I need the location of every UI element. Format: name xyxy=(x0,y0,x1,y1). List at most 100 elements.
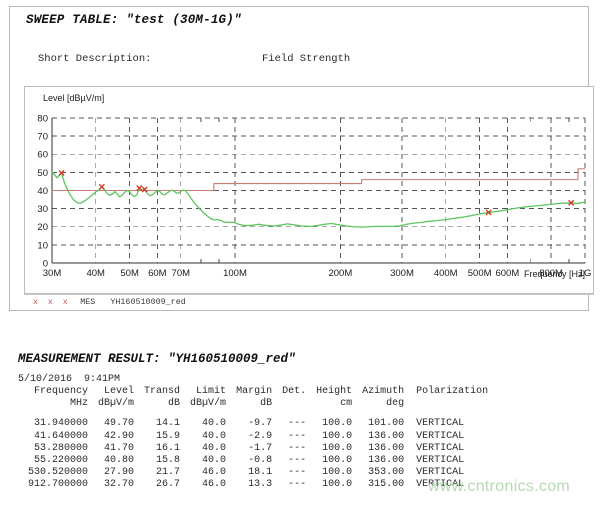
cell-det: --- xyxy=(272,410,306,430)
x-tick-label: 100M xyxy=(223,268,247,279)
cell-frequency: 912.700000 xyxy=(18,479,88,491)
cell-frequency: 41.640000 xyxy=(18,431,88,443)
cell-margin: -0.8 xyxy=(226,455,272,467)
table-row: 41.64000042.9015.940.0-2.9---100.0136.00… xyxy=(18,431,488,443)
cell-det: --- xyxy=(272,479,306,491)
sweep-short-description-row: Short Description:Field Strength xyxy=(38,53,478,66)
x-tick-label: 40M xyxy=(86,268,105,279)
table-header-names: FrequencyLevelTransdLimitMarginDet.Heigh… xyxy=(18,386,488,398)
result-date: 5/10/2016 xyxy=(18,374,72,385)
table-row: 530.52000027.9021.746.018.1---100.0353.0… xyxy=(18,467,488,479)
chart-legend: x x x MES YH160510009_red xyxy=(24,294,594,311)
column-header-polarization: Polarization xyxy=(404,386,488,398)
table-body: 31.94000049.7014.140.0-9.7---100.0101.00… xyxy=(18,410,488,491)
peak-marker xyxy=(99,184,104,189)
cell-margin: 18.1 xyxy=(226,467,272,479)
x-tick-label: 30M xyxy=(43,268,62,279)
cell-transd: 15.8 xyxy=(134,455,180,467)
cell-polarization: VERTICAL xyxy=(404,443,488,455)
column-header-margin: Margin xyxy=(226,386,272,398)
emc-report-page: SWEEP TABLE: "test (30M-1G)" Short Descr… xyxy=(0,0,600,508)
column-header-azimuth: Azimuth xyxy=(352,386,404,398)
spectrum-chart: Level [dBµV/m] 0102030405060708030M40M50… xyxy=(24,86,594,294)
column-unit-level: dBµV/m xyxy=(88,398,134,410)
cell-height: 100.0 xyxy=(306,410,352,430)
x-tick-label: 400M xyxy=(434,268,458,279)
table-row: 53.28000041.7016.140.0-1.7---100.0136.00… xyxy=(18,443,488,455)
column-unit-margin: dB xyxy=(226,398,272,410)
x-tick-label: 50M xyxy=(120,268,139,279)
y-tick-label: 20 xyxy=(37,222,48,233)
cell-polarization: VERTICAL xyxy=(404,410,488,430)
table-row: 31.94000049.7014.140.0-9.7---100.0101.00… xyxy=(18,410,488,430)
cell-transd: 21.7 xyxy=(134,467,180,479)
y-tick-label: 40 xyxy=(37,186,48,197)
y-tick-label: 10 xyxy=(37,240,48,251)
column-unit-height: cm xyxy=(306,398,352,410)
cell-limit: 40.0 xyxy=(180,431,226,443)
cell-azimuth: 315.00 xyxy=(352,479,404,491)
cell-limit: 40.0 xyxy=(180,455,226,467)
x-tick-label: 500M xyxy=(468,268,492,279)
column-header-level: Level xyxy=(88,386,134,398)
cell-height: 100.0 xyxy=(306,443,352,455)
cell-margin: -2.9 xyxy=(226,431,272,443)
column-unit-limit: dBµV/m xyxy=(180,398,226,410)
x-tick-label: 60M xyxy=(148,268,167,279)
column-header-height: Height xyxy=(306,386,352,398)
cell-transd: 14.1 xyxy=(134,410,180,430)
cell-level: 49.70 xyxy=(88,410,134,430)
cell-limit: 40.0 xyxy=(180,443,226,455)
x-tick-label: 70M xyxy=(172,268,191,279)
cell-det: --- xyxy=(272,467,306,479)
cell-margin: 13.3 xyxy=(226,479,272,491)
cell-azimuth: 101.00 xyxy=(352,410,404,430)
cell-transd: 15.9 xyxy=(134,431,180,443)
cell-det: --- xyxy=(272,443,306,455)
legend-marker-symbols: x x x xyxy=(33,297,70,307)
cell-level: 41.70 xyxy=(88,443,134,455)
column-unit-polarization xyxy=(404,398,488,410)
cell-margin: -1.7 xyxy=(226,443,272,455)
column-unit-frequency: MHz xyxy=(18,398,88,410)
x-tick-label: 200M xyxy=(328,268,352,279)
legend-trace-type: MES xyxy=(80,297,95,307)
cell-polarization: VERTICAL xyxy=(404,467,488,479)
cell-height: 100.0 xyxy=(306,431,352,443)
x-tick-label: 600M xyxy=(495,268,519,279)
result-time: 9:41PM xyxy=(84,374,120,385)
cell-azimuth: 136.00 xyxy=(352,431,404,443)
sweep-table-title: SWEEP TABLE: "test (30M-1G)" xyxy=(26,13,242,27)
column-unit-transd: dB xyxy=(134,398,180,410)
cell-limit: 46.0 xyxy=(180,479,226,491)
table-header-units: MHzdBµV/mdBdBµV/mdBcmdeg xyxy=(18,398,488,410)
cell-height: 100.0 xyxy=(306,479,352,491)
cell-polarization: VERTICAL xyxy=(404,455,488,467)
cell-transd: 26.7 xyxy=(134,479,180,491)
cell-level: 42.90 xyxy=(88,431,134,443)
measurement-timestamp: 5/10/2016 9:41PM xyxy=(18,374,120,385)
cell-polarization: VERTICAL xyxy=(404,431,488,443)
legend-entry: x x x MES YH160510009_red xyxy=(33,297,186,307)
cell-frequency: 55.220000 xyxy=(18,455,88,467)
sweep-table-panel: SWEEP TABLE: "test (30M-1G)" Short Descr… xyxy=(9,6,589,311)
cell-polarization: VERTICAL xyxy=(404,479,488,491)
y-tick-label: 60 xyxy=(37,150,48,161)
y-tick-label: 30 xyxy=(37,204,48,215)
x-tick-label: 300M xyxy=(390,268,414,279)
cell-det: --- xyxy=(272,455,306,467)
cell-height: 100.0 xyxy=(306,455,352,467)
cell-azimuth: 353.00 xyxy=(352,467,404,479)
column-header-limit: Limit xyxy=(180,386,226,398)
cell-height: 100.0 xyxy=(306,467,352,479)
cell-frequency: 31.940000 xyxy=(18,410,88,430)
cell-azimuth: 136.00 xyxy=(352,443,404,455)
column-unit-azimuth: deg xyxy=(352,398,404,410)
table-row: 55.22000040.8015.840.0-0.8---100.0136.00… xyxy=(18,455,488,467)
cell-frequency: 53.280000 xyxy=(18,443,88,455)
cell-frequency: 530.520000 xyxy=(18,467,88,479)
table-row: 912.70000032.7026.746.013.3---100.0315.0… xyxy=(18,479,488,491)
legend-trace-name: YH160510009_red xyxy=(110,297,185,307)
y-tick-label: 70 xyxy=(37,132,48,143)
cell-det: --- xyxy=(272,431,306,443)
